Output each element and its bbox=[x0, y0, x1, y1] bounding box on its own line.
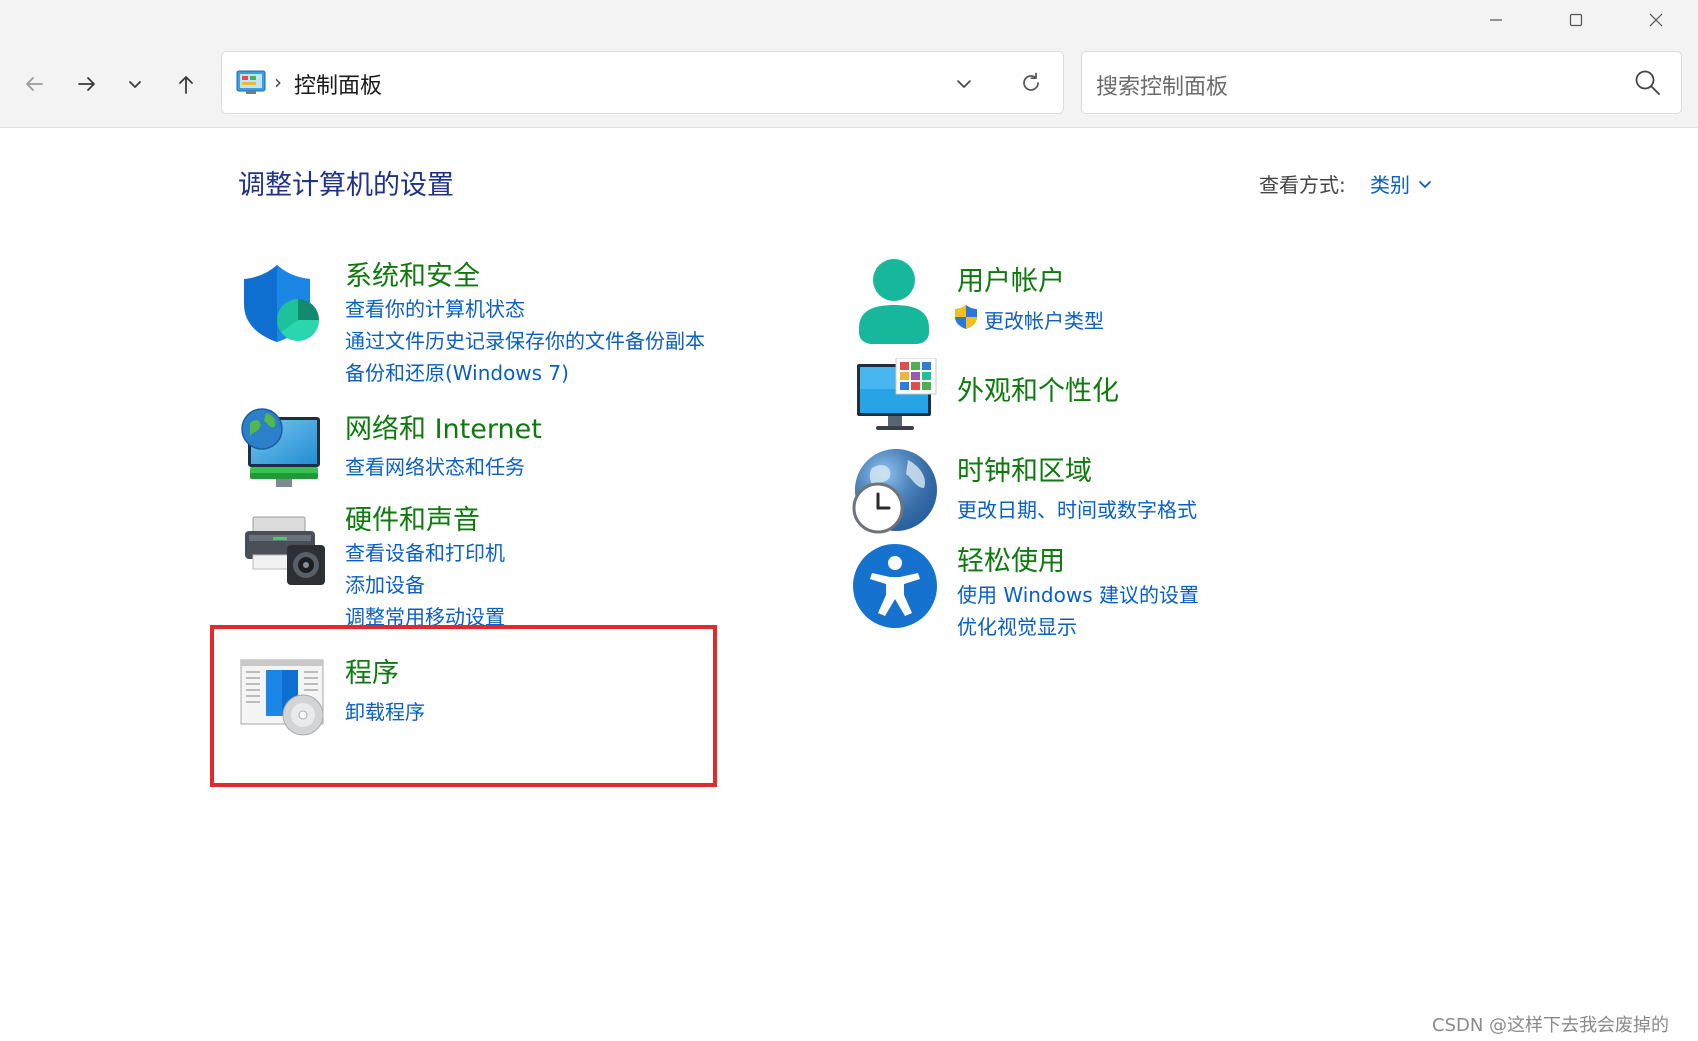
link-view-devices-printers[interactable]: 查看设备和打印机 bbox=[345, 537, 505, 566]
link-change-account-type[interactable]: 更改帐户类型 bbox=[984, 305, 1104, 334]
minimize-icon bbox=[1490, 19, 1502, 21]
minimize-button[interactable] bbox=[1456, 0, 1536, 40]
chevron-down-icon bbox=[957, 80, 971, 88]
search-placeholder: 搜索控制面板 bbox=[1096, 75, 1229, 100]
printer-speaker-icon[interactable] bbox=[243, 515, 327, 587]
link-backup-restore[interactable]: 备份和还原(Windows 7) bbox=[345, 357, 569, 386]
refresh-icon bbox=[1023, 72, 1039, 91]
chevron-down-icon bbox=[1419, 180, 1431, 188]
link-add-device[interactable]: 添加设备 bbox=[345, 569, 425, 598]
view-by-dropdown[interactable]: 类别 bbox=[1370, 169, 1432, 198]
address-bar[interactable]: › 控制面板 bbox=[221, 51, 1064, 114]
forward-button[interactable] bbox=[67, 64, 107, 104]
category-user-accounts[interactable]: 用户帐户 bbox=[957, 259, 1065, 298]
user-account-icon[interactable] bbox=[855, 258, 935, 346]
arrow-left-icon bbox=[26, 77, 43, 91]
arrow-right-icon bbox=[78, 77, 95, 91]
address-dropdown-button[interactable] bbox=[950, 70, 978, 98]
category-hardware-sound[interactable]: 硬件和声音 bbox=[345, 498, 480, 537]
maximize-icon bbox=[1569, 13, 1583, 27]
category-network-internet[interactable]: 网络和 Internet bbox=[345, 407, 542, 446]
highlight-box bbox=[210, 625, 717, 787]
category-appearance-personalization[interactable]: 外观和个性化 bbox=[957, 369, 1119, 408]
arrow-up-icon bbox=[179, 76, 193, 94]
breadcrumb-separator: › bbox=[274, 70, 282, 94]
link-change-date-time-format[interactable]: 更改日期、时间或数字格式 bbox=[957, 494, 1197, 523]
link-file-history-backup[interactable]: 通过文件历史记录保存你的文件备份副本 bbox=[345, 325, 705, 354]
up-button[interactable] bbox=[166, 64, 206, 104]
recent-locations-button[interactable] bbox=[115, 64, 155, 104]
link-view-network-status[interactable]: 查看网络状态和任务 bbox=[345, 451, 525, 480]
page-title: 调整计算机的设置 bbox=[238, 170, 454, 201]
title-toolbar: › 控制面板 搜索控制面板 bbox=[0, 0, 1698, 128]
link-optimize-visual-display[interactable]: 优化视觉显示 bbox=[957, 611, 1077, 640]
category-ease-of-access[interactable]: 轻松使用 bbox=[957, 539, 1065, 578]
appearance-personalization-icon[interactable] bbox=[856, 358, 938, 434]
view-by-label: 查看方式: bbox=[1259, 173, 1346, 197]
accessibility-icon[interactable] bbox=[852, 543, 938, 629]
refresh-button[interactable] bbox=[1016, 68, 1046, 98]
clock-globe-icon[interactable] bbox=[852, 448, 938, 534]
link-windows-recommended-settings[interactable]: 使用 Windows 建议的设置 bbox=[957, 579, 1199, 608]
close-button[interactable] bbox=[1616, 0, 1696, 40]
uac-shield-icon bbox=[955, 305, 977, 329]
search-input[interactable]: 搜索控制面板 bbox=[1081, 51, 1682, 114]
close-icon bbox=[1649, 13, 1663, 27]
chevron-down-icon bbox=[129, 81, 141, 88]
control-panel-icon bbox=[236, 70, 266, 94]
view-by-value: 类别 bbox=[1370, 173, 1410, 197]
back-button[interactable] bbox=[14, 64, 54, 104]
category-system-security[interactable]: 系统和安全 bbox=[345, 254, 480, 293]
watermark: CSDN @这样下去我会废掉的 bbox=[1432, 1015, 1670, 1036]
link-view-computer-status[interactable]: 查看你的计算机状态 bbox=[345, 293, 525, 322]
shield-icon[interactable] bbox=[241, 262, 321, 344]
category-clock-region[interactable]: 时钟和区域 bbox=[957, 449, 1092, 488]
network-globe-monitor-icon[interactable] bbox=[240, 407, 324, 489]
breadcrumb-control-panel[interactable]: 控制面板 bbox=[294, 68, 382, 100]
search-icon[interactable] bbox=[1633, 68, 1663, 98]
maximize-button[interactable] bbox=[1536, 0, 1616, 40]
